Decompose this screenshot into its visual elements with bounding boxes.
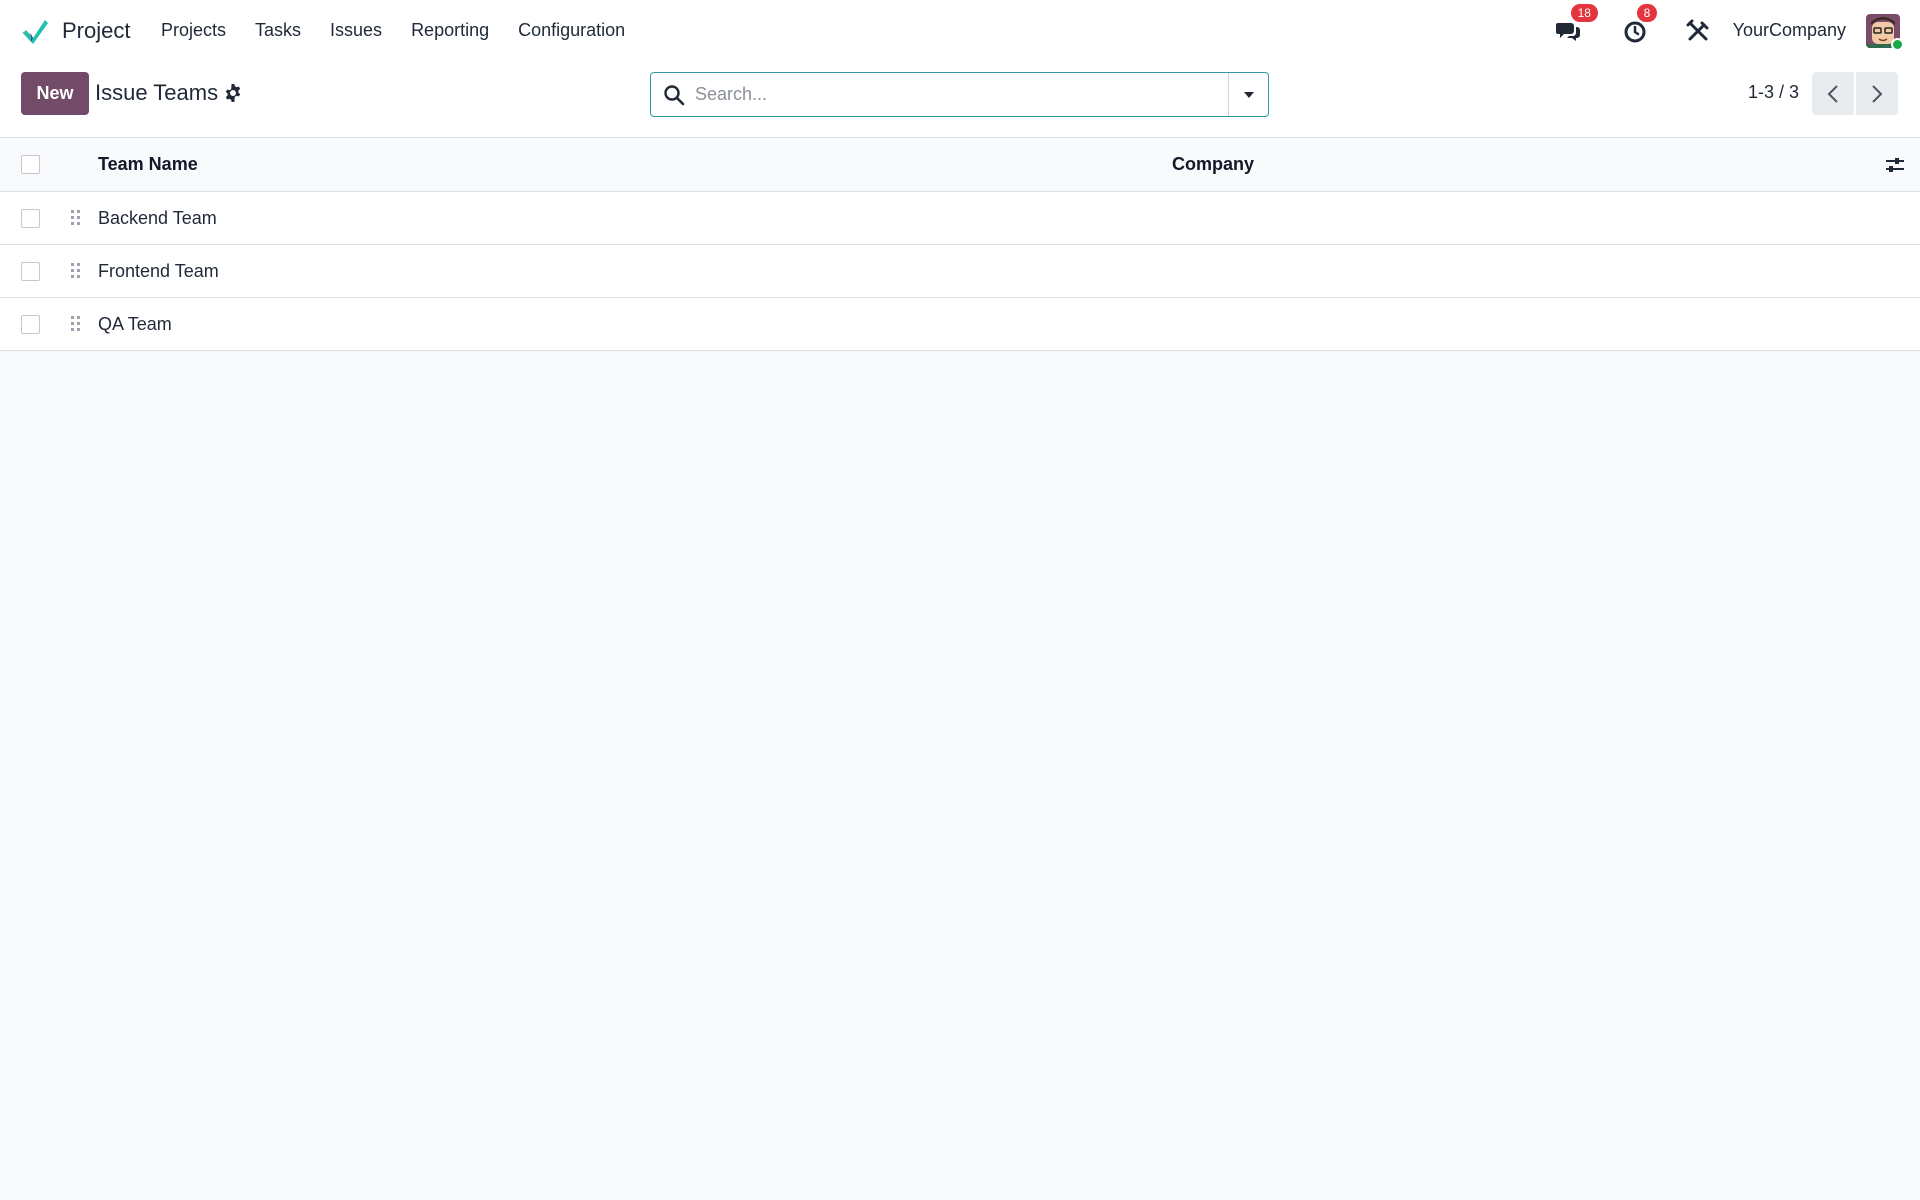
table-row[interactable]: Frontend Team [0,245,1920,298]
app-brand[interactable]: Project [20,16,130,46]
team-name-cell: Backend Team [98,207,217,228]
pager-next-button[interactable] [1856,72,1898,115]
search-options-toggle[interactable] [1228,73,1268,116]
drag-handle-icon[interactable] [70,261,82,281]
control-panel: New Issue Teams 1-3 / 3 [0,61,1920,138]
search-icon [664,84,685,105]
team-name-cell: Frontend Team [98,260,219,281]
search-bar [650,72,1269,117]
table-header: Team Name Company [0,138,1920,192]
drag-handle-icon[interactable] [70,208,82,228]
table-row[interactable]: QA Team [0,298,1920,351]
team-name-cell: QA Team [98,313,172,334]
main-navbar: Project Projects Tasks Issues Reporting … [0,0,1920,61]
column-header-company[interactable]: Company [1172,154,1254,175]
page-title: Issue Teams [95,80,219,105]
messages-button[interactable]: 18 [1555,3,1598,44]
pager-previous-button[interactable] [1812,72,1854,115]
project-logo-icon [22,19,48,44]
row-checkbox[interactable] [21,261,40,281]
app-name: Project [62,17,131,43]
messages-badge: 18 [1570,3,1598,22]
optional-columns-icon[interactable] [1884,154,1906,176]
systray: 18 8 YourCompany [1555,0,1904,61]
activities-badge: 8 [1636,3,1658,22]
new-button[interactable]: New [21,72,89,115]
company-switcher[interactable]: YourCompany [1733,20,1846,41]
chevron-right-icon [1872,84,1883,103]
menu-item-configuration[interactable]: Configuration [504,20,640,41]
menu-item-reporting[interactable]: Reporting [397,20,504,41]
pager-value[interactable]: 1-3 / 3 [1748,82,1799,103]
select-all-checkbox[interactable] [21,155,40,174]
caret-down-icon [1243,91,1254,98]
menu-item-issues[interactable]: Issues [316,20,397,41]
issue-teams-table: Team Name Company Backend Team Frontend … [0,138,1920,351]
table-row[interactable]: Backend Team [0,192,1920,245]
menu-item-tasks[interactable]: Tasks [241,20,316,41]
row-checkbox[interactable] [21,208,40,228]
row-checkbox[interactable] [21,314,40,334]
column-header-team-name[interactable]: Team Name [98,154,198,175]
gear-icon[interactable] [223,83,243,103]
chevron-left-icon [1827,84,1838,103]
activities-button[interactable]: 8 [1623,3,1658,44]
online-status-dot [1891,37,1904,51]
debug-tools-button[interactable] [1685,18,1711,44]
menu-item-projects[interactable]: Projects [146,20,240,41]
drag-handle-icon[interactable] [70,314,82,334]
tools-icon [1686,19,1709,40]
search-input[interactable] [695,73,1228,116]
main-menu: Projects Tasks Issues Reporting Configur… [146,20,639,41]
user-menu-avatar[interactable] [1866,13,1904,51]
